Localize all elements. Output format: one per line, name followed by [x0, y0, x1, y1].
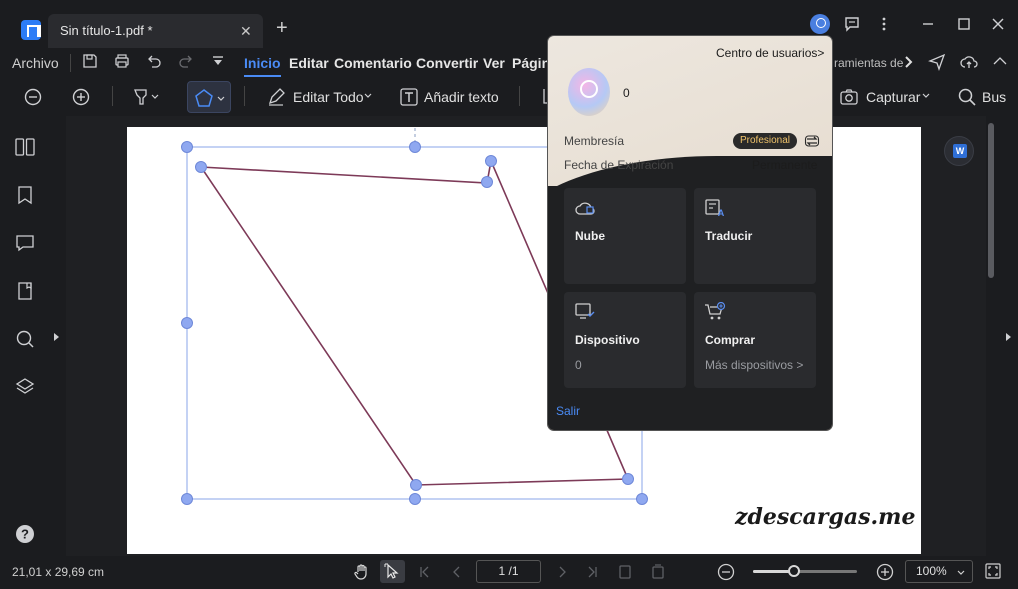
device-count: 0 [575, 358, 582, 372]
cart-icon [705, 302, 726, 320]
resize-handle[interactable] [409, 141, 421, 153]
status-bar: 21,01 x 29,69 cm 1 /1 100% [0, 556, 1018, 589]
word-convert-icon[interactable] [944, 136, 974, 166]
device-icon [575, 303, 595, 319]
expiry-label: Fecha de Expiración [564, 158, 674, 172]
vertex-handle[interactable] [481, 176, 493, 188]
cloud-icon [575, 202, 595, 215]
cloud-card-title: Nube [575, 229, 605, 243]
page-number-input[interactable]: 1 /1 [476, 560, 541, 583]
zoom-dropdown-icon [957, 570, 965, 575]
user-center-link[interactable]: Centro de usuarios> [716, 46, 824, 60]
previous-page-icon[interactable] [450, 565, 464, 579]
page-size-label: 21,01 x 29,69 cm [12, 565, 105, 579]
resize-handle[interactable] [181, 493, 193, 505]
select-tool-button[interactable] [380, 560, 405, 583]
device-card-title: Dispositivo [575, 333, 640, 347]
last-page-icon[interactable] [585, 565, 599, 579]
zoom-level-select[interactable]: 100% [905, 560, 973, 583]
more-devices-link[interactable]: Más dispositivos > [705, 358, 803, 372]
zoom-out-status-icon[interactable] [716, 562, 736, 582]
expand-right-panel-icon[interactable] [1006, 333, 1011, 341]
vertical-scrollbar[interactable] [988, 123, 994, 278]
vertex-handle[interactable] [410, 479, 422, 491]
translate-icon: A [705, 199, 725, 218]
vertex-handle[interactable] [622, 473, 634, 485]
resize-handle[interactable] [181, 141, 193, 153]
resize-handle[interactable] [636, 493, 648, 505]
single-page-view-icon[interactable] [617, 564, 633, 580]
first-page-icon[interactable] [418, 565, 432, 579]
fit-screen-icon[interactable] [985, 563, 1001, 579]
user-id-value: 0 [623, 86, 630, 100]
zoom-slider-track[interactable] [753, 570, 857, 573]
resize-handle[interactable] [181, 317, 193, 329]
zoom-slider-thumb[interactable] [788, 565, 800, 577]
continuous-view-icon[interactable] [650, 564, 666, 580]
vertex-handle[interactable] [195, 161, 207, 173]
membership-label: Membresía [564, 134, 625, 148]
svg-text:A: A [718, 208, 725, 218]
switch-plan-icon[interactable] [804, 133, 820, 149]
buy-card[interactable]: Comprar Más dispositivos > [694, 292, 816, 388]
user-avatar[interactable] [568, 68, 610, 116]
translate-card-title: Traducir [705, 229, 753, 243]
device-card[interactable]: Dispositivo 0 [564, 292, 686, 388]
user-account-popup: Centro de usuarios> 0 Membresía Profesio… [547, 35, 833, 431]
logout-link[interactable]: Salir [556, 404, 580, 418]
zoom-in-status-icon[interactable] [875, 562, 895, 582]
cloud-card[interactable]: Nube [564, 188, 686, 284]
plan-badge: Profesional [733, 133, 798, 149]
hand-tool-icon[interactable] [353, 563, 371, 581]
resize-handle[interactable] [409, 493, 421, 505]
expiry-value: Permanente [752, 158, 818, 172]
watermark-text: zdescargas.me [735, 504, 916, 530]
translate-card[interactable]: A Traducir [694, 188, 816, 284]
next-page-icon[interactable] [555, 565, 569, 579]
cursor-select-icon [384, 563, 399, 579]
polygon-annotation[interactable] [0, 0, 1018, 589]
buy-card-title: Comprar [705, 333, 756, 347]
vertex-handle[interactable] [485, 155, 497, 167]
zoom-level-value: 100% [916, 564, 947, 578]
